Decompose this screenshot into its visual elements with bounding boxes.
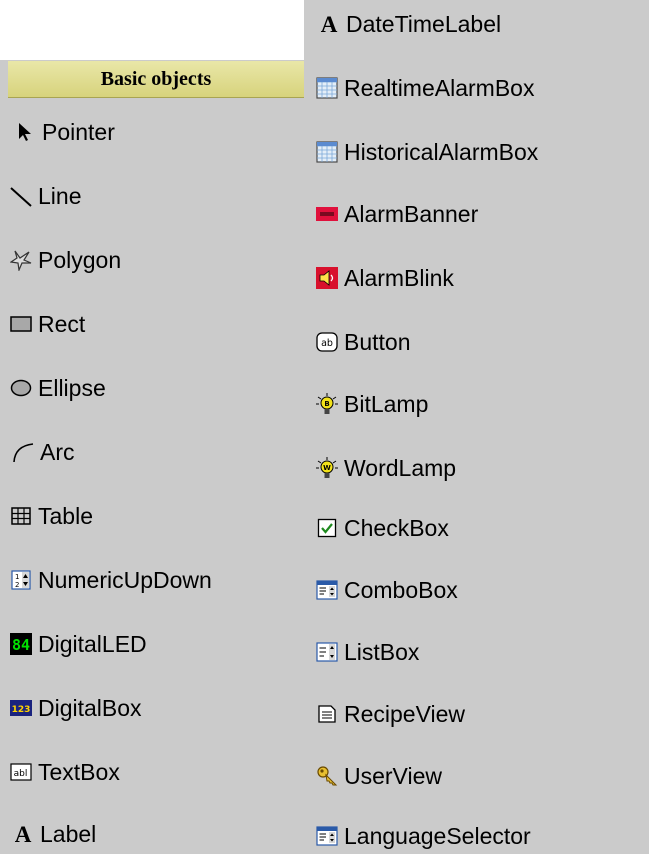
object-label: RealtimeAlarmBox bbox=[344, 74, 535, 101]
object-rect[interactable]: Rect bbox=[10, 304, 85, 344]
line-icon bbox=[10, 185, 32, 207]
table-icon bbox=[10, 505, 32, 527]
object-textbox[interactable]: abl TextBox bbox=[10, 752, 120, 792]
label-icon: A bbox=[14, 821, 32, 847]
object-historical-alarm-box[interactable]: HistoricalAlarmBox bbox=[316, 132, 538, 172]
word-lamp-icon: W bbox=[316, 457, 338, 479]
object-label: RecipeView bbox=[344, 700, 466, 727]
datetime-label-icon: A bbox=[320, 11, 338, 37]
object-label: DigitalLED bbox=[38, 630, 147, 657]
user-view-icon bbox=[316, 765, 338, 787]
recipe-view-icon bbox=[316, 703, 338, 725]
object-line[interactable]: Line bbox=[10, 176, 81, 216]
digital-led-icon: 84 bbox=[10, 633, 32, 655]
object-ellipse[interactable]: Ellipse bbox=[10, 368, 106, 408]
textbox-icon: abl bbox=[10, 761, 32, 783]
object-alarm-banner[interactable]: AlarmBanner bbox=[316, 194, 478, 234]
object-label: WordLamp bbox=[344, 454, 457, 481]
object-label: CheckBox bbox=[344, 514, 449, 541]
object-checkbox[interactable]: CheckBox bbox=[316, 508, 449, 548]
object-label: Button bbox=[344, 328, 411, 355]
object-combobox[interactable]: ComboBox bbox=[316, 570, 458, 610]
object-label: BitLamp bbox=[344, 390, 429, 417]
object-datetime-label[interactable]: A DateTimeLabel bbox=[318, 4, 501, 44]
arc-icon bbox=[12, 441, 34, 463]
object-label: ComboBox bbox=[344, 576, 458, 603]
svg-text:123: 123 bbox=[12, 705, 31, 715]
alarm-banner-icon bbox=[316, 203, 338, 225]
object-recipe-view[interactable]: RecipeView bbox=[316, 694, 465, 734]
object-label: HistoricalAlarmBox bbox=[344, 138, 539, 165]
svg-text:W: W bbox=[323, 464, 331, 472]
object-label: Rect bbox=[38, 310, 86, 337]
object-polygon[interactable]: Polygon bbox=[10, 240, 121, 280]
svg-text:84: 84 bbox=[12, 636, 30, 654]
object-label: Table bbox=[38, 502, 93, 529]
object-label: DateTimeLabel bbox=[346, 10, 502, 37]
button-icon: ab bbox=[316, 331, 338, 353]
object-label: Label bbox=[40, 820, 97, 847]
listbox-icon bbox=[316, 641, 338, 663]
object-label: TextBox bbox=[38, 758, 120, 785]
object-table[interactable]: Table bbox=[10, 496, 93, 536]
svg-text:ab: ab bbox=[321, 338, 333, 349]
object-alarm-blink[interactable]: AlarmBlink bbox=[316, 258, 454, 298]
object-label: Line bbox=[38, 182, 82, 209]
digital-box-icon: 123 bbox=[10, 697, 32, 719]
object-label: Ellipse bbox=[38, 374, 106, 401]
object-arc[interactable]: Arc bbox=[12, 432, 75, 472]
object-realtime-alarm-box[interactable]: RealtimeAlarmBox bbox=[316, 68, 534, 108]
object-label: AlarmBanner bbox=[344, 200, 479, 227]
svg-text:2: 2 bbox=[15, 581, 19, 589]
object-word-lamp[interactable]: W WordLamp bbox=[316, 448, 456, 488]
combobox-icon bbox=[316, 579, 338, 601]
object-label: Pointer bbox=[42, 118, 115, 145]
object-digital-led[interactable]: 84 DigitalLED bbox=[10, 624, 147, 664]
object-label: AlarmBlink bbox=[344, 264, 454, 291]
object-pointer[interactable]: Pointer bbox=[14, 112, 115, 152]
object-label: LanguageSelector bbox=[344, 822, 531, 849]
object-label: DigitalBox bbox=[38, 694, 142, 721]
polygon-icon bbox=[10, 249, 32, 271]
object-label: UserView bbox=[344, 762, 442, 789]
historical-alarm-box-icon bbox=[316, 141, 338, 163]
object-label: Arc bbox=[40, 438, 75, 465]
object-label: Polygon bbox=[38, 246, 122, 273]
pointer-icon bbox=[14, 121, 36, 143]
object-digital-box[interactable]: 123 DigitalBox bbox=[10, 688, 142, 728]
object-label: ListBox bbox=[344, 638, 420, 665]
language-selector-icon bbox=[316, 825, 338, 847]
object-listbox[interactable]: ListBox bbox=[316, 632, 419, 672]
realtime-alarm-box-icon bbox=[316, 77, 338, 99]
svg-text:abl: abl bbox=[14, 769, 28, 779]
numeric-updown-icon: 12 bbox=[10, 569, 32, 591]
ellipse-icon bbox=[10, 377, 32, 399]
object-label: NumericUpDown bbox=[38, 566, 212, 593]
svg-text:B: B bbox=[324, 400, 329, 408]
object-numeric-updown[interactable]: 12 NumericUpDown bbox=[10, 560, 212, 600]
rect-icon bbox=[10, 313, 32, 335]
object-button[interactable]: ab Button bbox=[316, 322, 411, 362]
object-language-selector[interactable]: LanguageSelector bbox=[316, 816, 531, 856]
object-user-view[interactable]: UserView bbox=[316, 756, 442, 796]
basic-objects-header: Basic objects bbox=[8, 61, 304, 98]
object-label-item[interactable]: A Label bbox=[12, 814, 97, 854]
bit-lamp-icon: B bbox=[316, 393, 338, 415]
object-bit-lamp[interactable]: B BitLamp bbox=[316, 384, 428, 424]
svg-text:1: 1 bbox=[15, 573, 19, 581]
checkbox-icon bbox=[316, 517, 338, 539]
alarm-blink-icon bbox=[316, 267, 338, 289]
